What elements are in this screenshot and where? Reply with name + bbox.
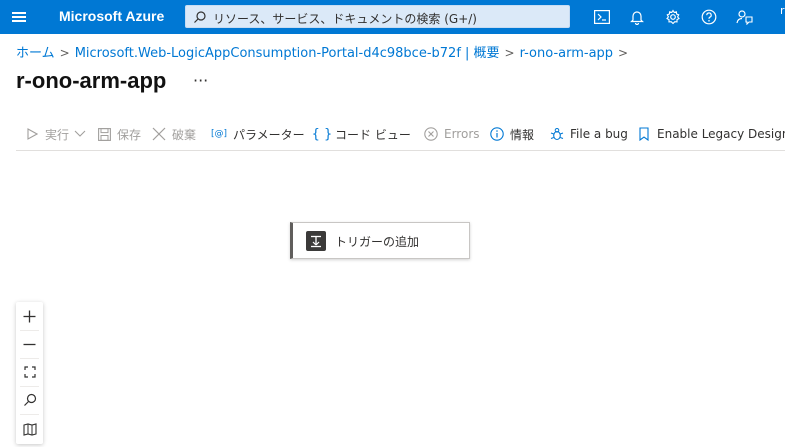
parameters-icon: [@] — [210, 129, 228, 139]
zoom-in-button[interactable] — [16, 302, 43, 330]
bell-icon[interactable] — [627, 7, 647, 27]
toolbar-divider — [16, 150, 785, 151]
brand-name[interactable]: Microsoft Azure — [59, 8, 164, 24]
info-icon — [489, 126, 505, 142]
legacy-designer-label: Enable Legacy Designer — [657, 127, 785, 141]
add-trigger-card[interactable]: トリガーの追加 — [290, 222, 470, 259]
search-canvas-button[interactable] — [16, 386, 43, 414]
errors-button[interactable]: Errors — [423, 124, 480, 144]
more-options-icon[interactable]: ··· — [193, 71, 208, 90]
discard-label: 破棄 — [172, 127, 197, 142]
trigger-icon — [306, 231, 326, 251]
run-label: 実行 — [45, 127, 70, 142]
save-icon — [96, 126, 112, 142]
chevron-down-icon — [72, 126, 88, 142]
info-button[interactable]: 情報 — [489, 124, 534, 144]
play-icon — [24, 126, 40, 142]
canvas-controls — [16, 302, 43, 444]
chevron-right-icon: > — [59, 46, 70, 60]
help-icon[interactable] — [699, 7, 719, 27]
error-circle-icon — [423, 126, 439, 142]
gear-icon[interactable] — [663, 7, 683, 27]
minus-icon — [23, 343, 36, 345]
search-box[interactable]: リソース、サービス、ドキュメントの検索 (G+/) — [185, 5, 570, 28]
search-placeholder: リソース、サービス、ドキュメントの検索 (G+/) — [213, 12, 477, 26]
top-nav-bar: Microsoft Azure リソース、サービス、ドキュメントの検索 (G+/… — [0, 0, 785, 34]
parameters-label: パラメーター — [233, 127, 305, 142]
chevron-right-icon: > — [504, 46, 515, 60]
zoom-out-button[interactable] — [16, 330, 43, 358]
fit-view-icon — [23, 366, 36, 378]
bug-icon — [549, 126, 565, 142]
add-trigger-label: トリガーの追加 — [335, 235, 420, 249]
feedback-icon[interactable] — [734, 7, 754, 27]
bookmark-icon — [636, 126, 652, 142]
hamburger-menu-icon[interactable] — [8, 6, 30, 28]
minimap-button[interactable] — [16, 415, 43, 443]
fit-view-button[interactable] — [16, 358, 43, 386]
braces-icon: { } — [311, 126, 333, 142]
breadcrumb-resource[interactable]: r-ono-arm-app — [520, 46, 613, 61]
parameters-button[interactable]: [@] パラメーター — [210, 124, 305, 144]
run-button[interactable]: 実行 — [24, 124, 93, 144]
map-icon — [22, 422, 37, 436]
search-icon — [23, 393, 36, 406]
file-bug-label: File a bug — [570, 127, 628, 141]
save-button[interactable]: 保存 — [96, 124, 141, 144]
code-view-label: コード ビュー — [335, 127, 411, 142]
cloud-shell-icon[interactable] — [592, 7, 612, 27]
account-initial[interactable]: r — [780, 4, 785, 17]
designer-toolbar: 実行 保存 破棄 [@] パラメーター { } コード ビュー Errors 情… — [16, 120, 785, 148]
save-label: 保存 — [117, 127, 142, 142]
legacy-designer-button[interactable]: Enable Legacy Designer — [636, 124, 785, 144]
code-view-button[interactable]: { } コード ビュー — [311, 124, 411, 144]
breadcrumb-deployment[interactable]: Microsoft.Web-LogicAppConsumption-Portal… — [75, 46, 500, 61]
close-icon — [151, 126, 167, 142]
breadcrumb: ホーム > Microsoft.Web-LogicAppConsumption-Po… — [16, 42, 633, 61]
page-title: r-ono-arm-app — [16, 68, 167, 93]
plus-icon — [23, 310, 36, 322]
discard-button[interactable]: 破棄 — [151, 124, 196, 144]
breadcrumb-home[interactable]: ホーム — [16, 46, 55, 61]
search-icon — [194, 11, 206, 23]
info-label: 情報 — [510, 127, 535, 142]
errors-label: Errors — [444, 127, 480, 141]
chevron-right-icon: > — [618, 46, 629, 60]
file-bug-button[interactable]: File a bug — [549, 124, 628, 144]
